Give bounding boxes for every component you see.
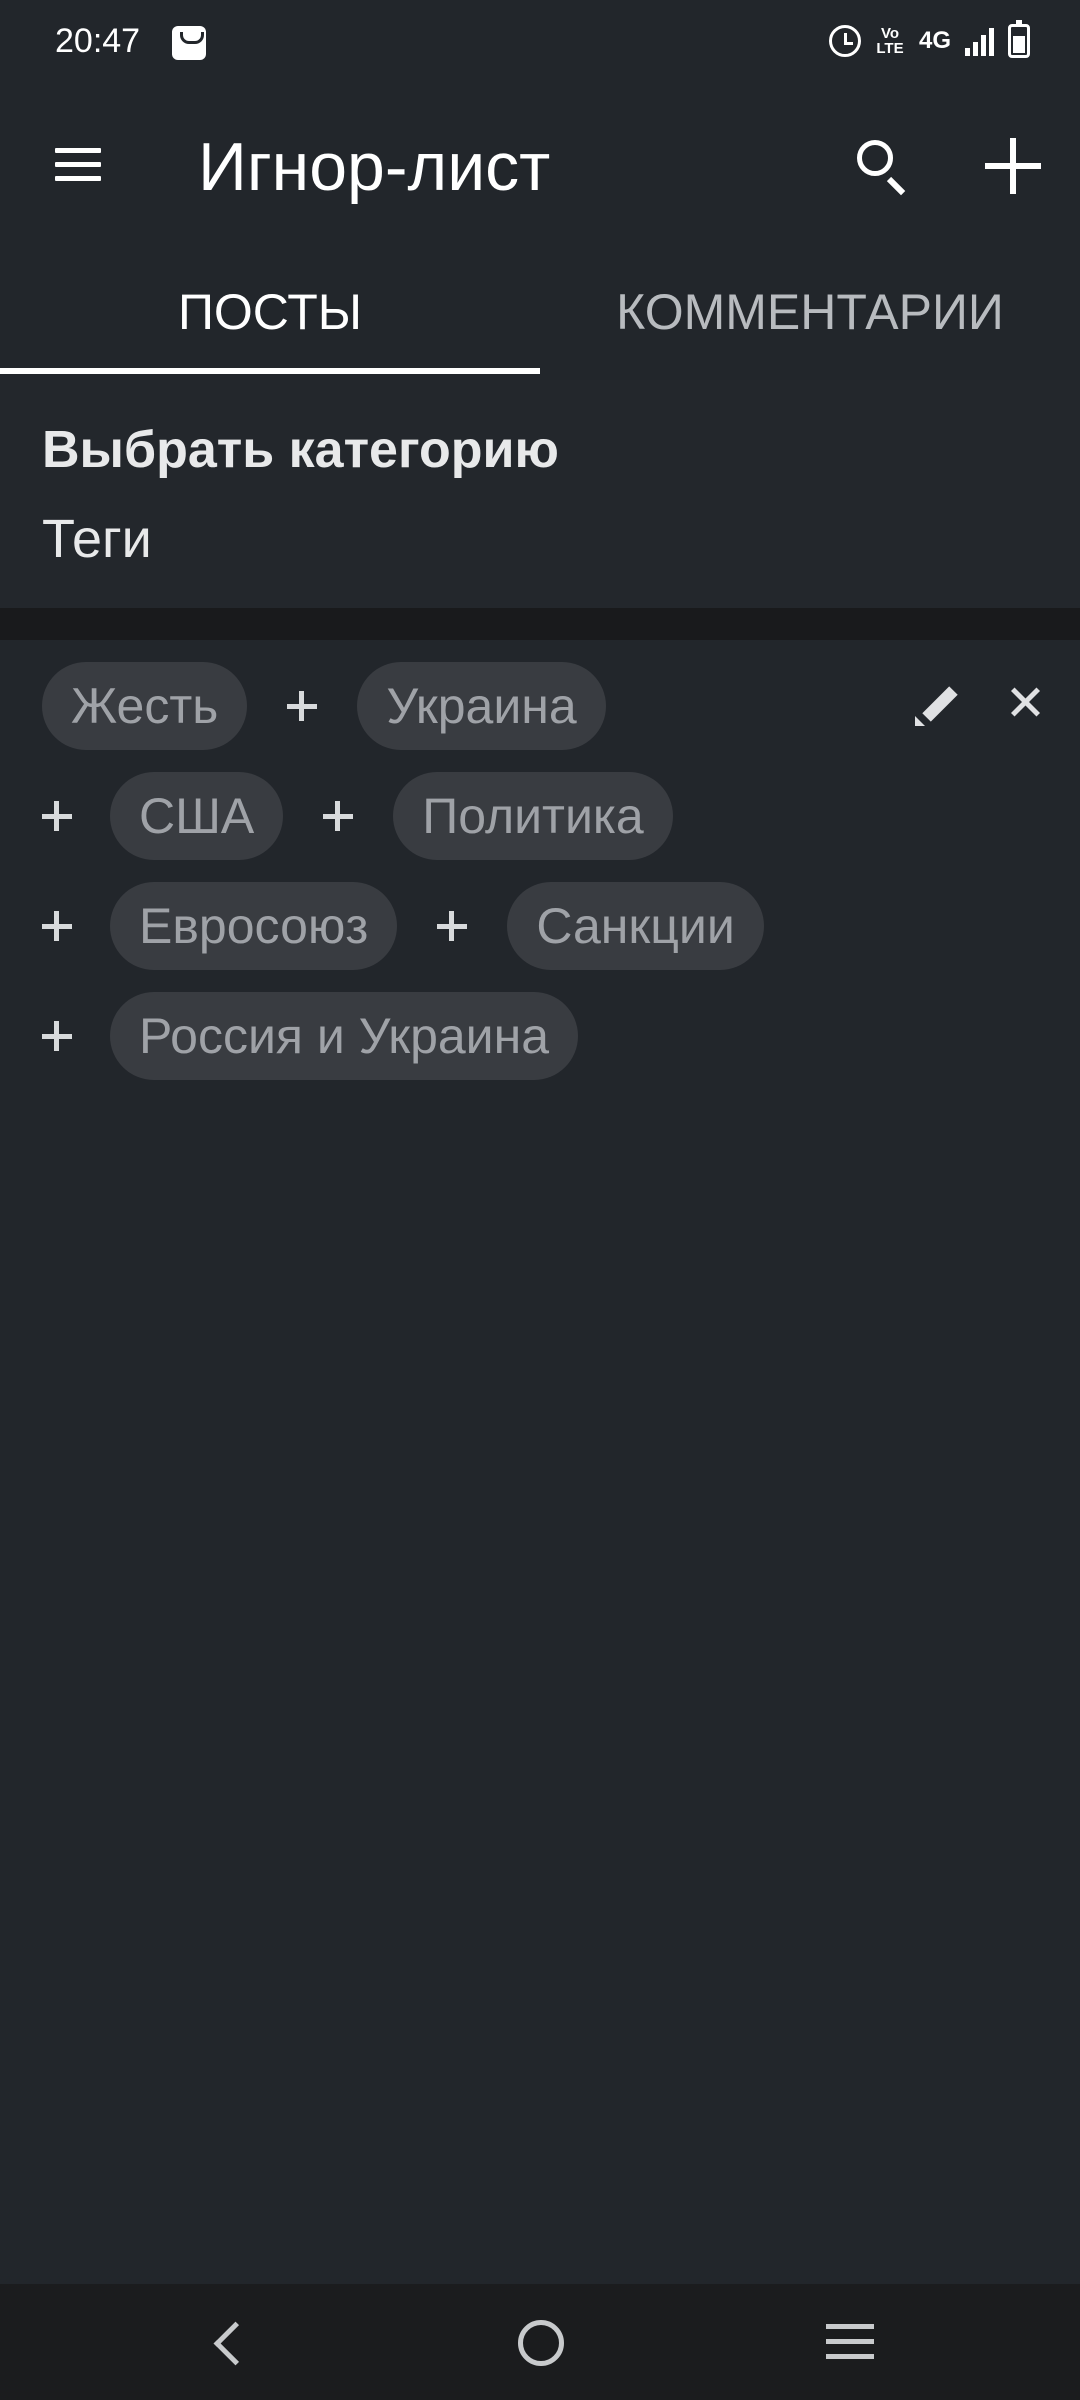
category-value[interactable]: Теги bbox=[42, 508, 152, 570]
status-indicators: Vo LTE 4G bbox=[828, 20, 1030, 58]
tag-row: Евросоюз Санкции bbox=[42, 882, 764, 970]
tag-chip[interactable]: Жесть bbox=[42, 662, 248, 750]
add-icon[interactable] bbox=[985, 138, 1041, 194]
network-type: 4G bbox=[918, 27, 951, 54]
plus-icon bbox=[283, 772, 393, 860]
plus-icon bbox=[42, 882, 110, 970]
recents-icon[interactable] bbox=[826, 2324, 874, 2362]
menu-icon[interactable] bbox=[55, 148, 101, 184]
tab-comments[interactable]: КОММЕНТАРИИ bbox=[540, 248, 1080, 376]
back-icon[interactable] bbox=[212, 2320, 242, 2364]
status-bar: 20:47 Vo LTE 4G bbox=[0, 0, 1080, 88]
shopping-bag-icon bbox=[172, 26, 206, 60]
alarm-icon bbox=[828, 25, 861, 57]
tag-row: США Политика bbox=[42, 772, 673, 860]
tab-bar: ПОСТЫ КОММЕНТАРИИ bbox=[0, 248, 1080, 376]
tab-posts[interactable]: ПОСТЫ bbox=[0, 248, 540, 376]
home-icon[interactable] bbox=[518, 2320, 564, 2366]
edit-icon[interactable] bbox=[915, 682, 959, 726]
close-icon[interactable] bbox=[1008, 684, 1044, 720]
category-selector: Выбрать категорию Теги bbox=[0, 380, 1080, 608]
tag-group: Жесть Украина США Политика Евросоюз Санк… bbox=[0, 640, 1080, 2284]
tag-chip[interactable]: Украина bbox=[357, 662, 606, 750]
page-title: Игнор-лист bbox=[198, 129, 551, 205]
tag-chip[interactable]: Россия и Украина bbox=[110, 992, 579, 1080]
tag-chip[interactable]: США bbox=[110, 772, 284, 860]
screen: 20:47 Vo LTE 4G Игнор-лист ПОСТЫ КОММЕНТА… bbox=[0, 0, 1080, 2400]
tag-row: Жесть Украина bbox=[42, 662, 606, 750]
plus-icon bbox=[397, 882, 507, 970]
plus-icon bbox=[247, 662, 357, 750]
search-icon[interactable] bbox=[855, 138, 911, 196]
tag-chip[interactable]: Политика bbox=[393, 772, 673, 860]
battery-icon bbox=[1008, 20, 1030, 58]
tag-chip[interactable]: Санкции bbox=[507, 882, 764, 970]
status-time: 20:47 bbox=[55, 22, 141, 60]
plus-icon bbox=[42, 992, 110, 1080]
tag-chip[interactable]: Евросоюз bbox=[110, 882, 398, 970]
app-bar: Игнор-лист bbox=[0, 88, 1080, 248]
system-nav-bar bbox=[0, 2284, 1080, 2400]
signal-icon bbox=[965, 26, 994, 56]
section-divider bbox=[0, 608, 1080, 640]
volte-icon: Vo LTE bbox=[876, 25, 904, 57]
category-header: Выбрать категорию bbox=[42, 421, 559, 479]
tag-row: Россия и Украина bbox=[42, 992, 579, 1080]
plus-icon bbox=[42, 772, 110, 860]
